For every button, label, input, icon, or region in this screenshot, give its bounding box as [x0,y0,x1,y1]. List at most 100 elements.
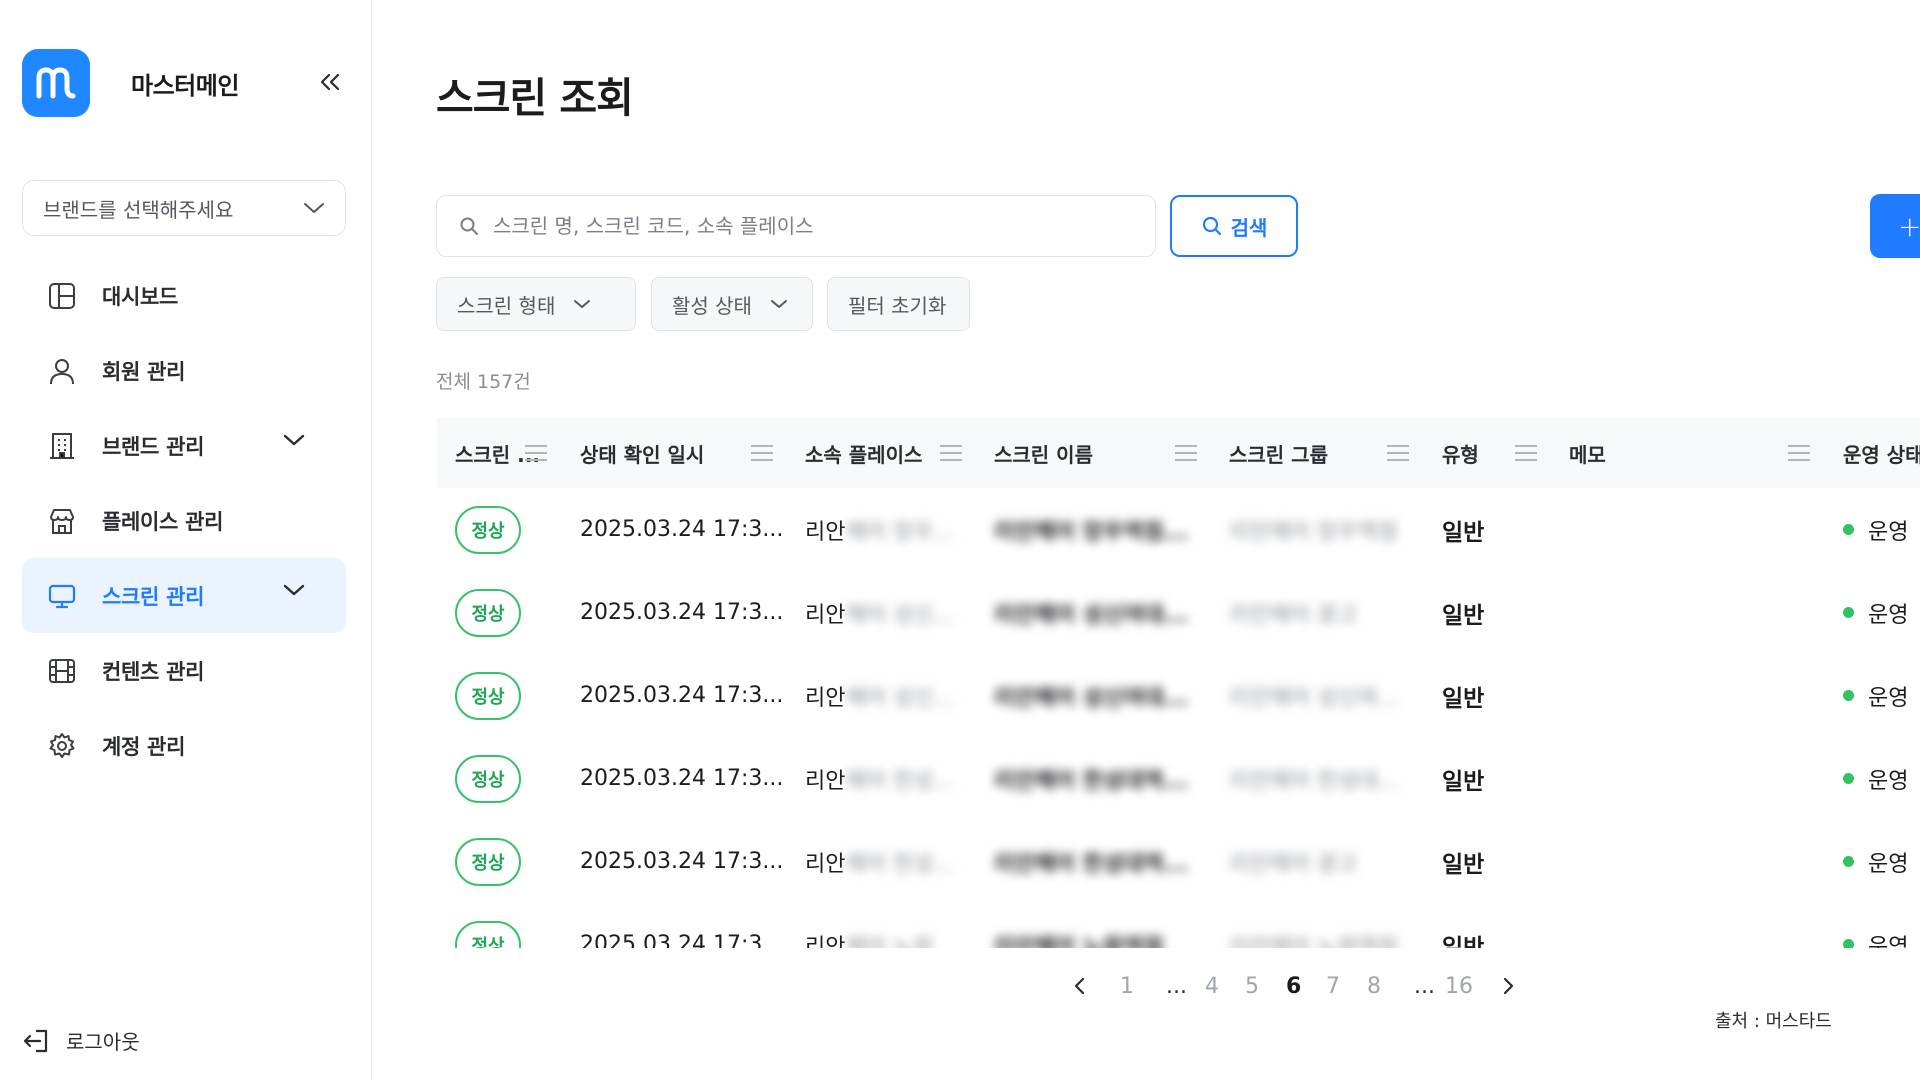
add-screen-button[interactable]: + [1870,194,1920,258]
screen-group-cell: 리안헤어 한성대... [1229,768,1399,794]
column-resize-handle[interactable] [1387,445,1409,461]
filter-active-status[interactable]: 활성 상태 [651,277,813,331]
total-count: 전체 157건 [436,371,531,393]
place-prefix: 리안 [805,851,846,877]
next-page-button[interactable] [1498,968,1518,1004]
table-row[interactable]: 정상 2025.03.24 17:3... 리안 헤어 한성... 리안헤어 한성… [437,737,1920,820]
screen-group-cell: 리안헤어 광고 [1229,602,1358,628]
table-row[interactable]: 정상 2025.03.24 17:3... 리안 헤어 한성... 리안헤어 한성… [437,820,1920,903]
table-row[interactable]: 정상 2025.03.24 17:3... 리안 헤어 망우... 리안헤어 망우… [437,488,1920,571]
column-header-checked-at[interactable]: 상태 확인 일시 [580,418,704,488]
table-row[interactable]: 정상 2025.03.24 17:3... 리안 헤어 노원 리안헤어 노원역점 … [437,903,1920,948]
search-icon [460,217,478,235]
status-badge: 정상 [455,754,521,803]
page-5[interactable]: 5 [1245,968,1259,1004]
sidebar-item-brands[interactable]: 브랜드 관리 [22,408,346,483]
screen-name-cell: 리안헤어 망우역점... [994,519,1189,545]
column-resize-handle[interactable] [940,445,962,461]
sidebar-item-label: 컨텐츠 관리 [102,659,205,684]
page-4[interactable]: 4 [1205,968,1219,1004]
screen-group-cell: 리안헤어 광고 [1229,851,1358,877]
collapse-sidebar-button[interactable] [316,68,344,96]
status-dot [1843,939,1854,948]
column-header-place[interactable]: 소속 플레이스 [805,418,922,488]
column-header-screen-group[interactable]: 스크린 그룹 [1229,418,1328,488]
screen-name-cell: 리안헤어 한성대역... [994,851,1189,877]
checked-at-cell: 2025.03.24 17:3... [580,683,784,708]
chevron-left-icon [1074,977,1085,995]
search-input[interactable] [493,214,1113,238]
place-cell: 리안 헤어 한성... [805,737,954,820]
filter-label: 필터 초기화 [848,293,947,318]
screen-name-cell: 리안헤어 성신여대... [994,602,1189,628]
sidebar-item-places[interactable]: 플레이스 관리 [22,483,346,558]
filter-screen-type[interactable]: 스크린 형태 [436,277,636,331]
sidebar-item-accounts[interactable]: 계정 관리 [22,708,346,783]
chevron-down-icon [283,434,305,446]
column-resize-handle[interactable] [1515,445,1537,461]
user-icon [46,355,78,387]
place-rest: 헤어 노원 [845,934,934,949]
page-6-current[interactable]: 6 [1286,968,1301,1004]
operation-status-cell: 운영 [1843,654,1908,737]
sidebar-item-members[interactable]: 회원 관리 [22,333,346,408]
sidebar-item-dashboard[interactable]: 대시보드 [22,258,346,333]
type-cell: 일반 [1442,602,1485,629]
checked-at-cell: 2025.03.24 17:3... [580,766,784,791]
operation-status-cell: 운영 [1843,488,1908,571]
store-icon [46,505,78,537]
logo-m-icon [36,67,76,99]
status-badge: 정상 [455,920,521,948]
film-icon [46,655,78,687]
screen-group-cell: 리안헤어 노원역점 [1229,934,1398,949]
sidebar-item-label: 계정 관리 [102,734,186,759]
page-8[interactable]: 8 [1367,968,1381,1004]
brand-select[interactable]: 브랜드를 선택해주세요 [22,180,346,236]
checked-at-cell: 2025.03.24 17:3... [580,600,784,625]
page-16[interactable]: 16 [1445,968,1473,1004]
page-ellipsis: ... [1166,973,1187,999]
type-cell: 일반 [1442,519,1485,546]
column-resize-handle[interactable] [1175,445,1197,461]
add-button-label: + [1898,209,1920,243]
operation-status-label: 운영 [1868,851,1909,877]
page-1[interactable]: 1 [1120,968,1134,1004]
place-prefix: 리안 [805,768,846,794]
filter-reset-button[interactable]: 필터 초기화 [827,277,970,331]
monitor-icon [46,580,78,612]
page-title: 스크린 조회 [436,74,634,122]
column-resize-handle[interactable] [1788,445,1810,461]
chevron-down-icon [770,300,787,308]
table-row[interactable]: 정상 2025.03.24 17:3... 리안 헤어 성신... 리안헤어 성신… [437,571,1920,654]
sidebar-item-contents[interactable]: 컨텐츠 관리 [22,633,346,708]
column-header-memo[interactable]: 메모 [1569,418,1606,488]
gear-icon [46,730,78,762]
screen-group-cell: 리안헤어 망우역점 [1229,519,1398,545]
column-header-screen-name[interactable]: 스크린 이름 [994,418,1093,488]
column-header-type[interactable]: 유형 [1442,418,1479,488]
page-7[interactable]: 7 [1326,968,1340,1004]
column-resize-handle[interactable] [525,445,547,461]
type-cell: 일반 [1442,768,1485,795]
column-resize-handle[interactable] [751,445,773,461]
search-button[interactable]: 검색 [1170,195,1298,257]
sidebar-item-screens[interactable]: 스크린 관리 [22,558,346,633]
logout-button[interactable]: 로그아웃 [22,1026,140,1055]
brand-name: 마스터메인 [131,72,239,100]
checked-at-cell: 2025.03.24 17:3... [580,932,784,948]
operation-status-label: 운영 [1868,768,1909,794]
status-badge: 정상 [455,837,521,886]
search-button-label: 검색 [1230,215,1268,240]
place-prefix: 리안 [805,685,846,711]
column-header-operation-status[interactable]: 운영 상태 [1843,418,1920,488]
checked-at-cell: 2025.03.24 17:3... [580,517,784,542]
app-logo[interactable] [22,49,90,117]
prev-page-button[interactable] [1070,968,1090,1004]
operation-status-cell: 운영 [1843,737,1908,820]
screens-table: 스크린 ... 상태 확인 일시 소속 플레이스 스크린 이름 스크린 그룹 유… [437,418,1920,948]
place-rest: 헤어 한성... [845,768,955,794]
pagination: 1 ... 4 5 6 7 8 ... 16 [0,968,1920,1004]
page-ellipsis: ... [1414,973,1435,999]
operation-status-label: 운영 [1868,602,1909,628]
table-row[interactable]: 정상 2025.03.24 17:3... 리안 헤어 성신... 리안헤어 성신… [437,654,1920,737]
